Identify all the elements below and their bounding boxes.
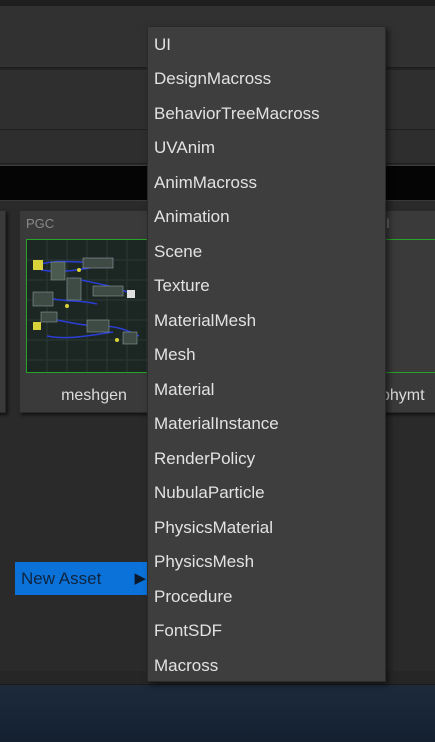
- asset-name: meshgen: [61, 387, 127, 404]
- menu-item-procedure[interactable]: Procedure: [148, 580, 387, 613]
- menu-item-mesh[interactable]: Mesh: [148, 338, 387, 371]
- asset-tile-meshgen[interactable]: PGC meshgen: [19, 210, 167, 413]
- asset-type-label: PGC: [26, 216, 55, 231]
- new-asset-label: New Asset: [21, 568, 102, 588]
- node-graph-preview: [27, 240, 161, 372]
- menu-item-nubulaparticle[interactable]: NubulaParticle: [148, 476, 387, 509]
- asset-name: phymt: [381, 387, 425, 404]
- new-asset-submenu: UI DesignMacross BehaviorTreeMacross UVA…: [147, 26, 386, 682]
- menu-item-animmacross[interactable]: AnimMacross: [148, 166, 387, 199]
- menu-item-fontsdf[interactable]: FontSDF: [148, 614, 387, 647]
- menu-item-scene[interactable]: Scene: [148, 235, 387, 268]
- menu-item-materialinstance[interactable]: MaterialInstance: [148, 407, 387, 440]
- menu-item-texture[interactable]: Texture: [148, 269, 387, 302]
- menu-item-renderpolicy[interactable]: RenderPolicy: [148, 442, 387, 475]
- menu-item-macross[interactable]: Macross: [148, 649, 387, 682]
- asset-thumbnail: [26, 239, 162, 373]
- menu-item-materialmesh[interactable]: MaterialMesh: [148, 304, 387, 337]
- menu-item-physicsmesh[interactable]: PhysicsMesh: [148, 545, 387, 578]
- viewport-area: [0, 685, 435, 742]
- menu-item-behaviortreemacross[interactable]: BehaviorTreeMacross: [148, 97, 387, 130]
- editor-window: PGC meshgen phymt New Asset ▶ UI DesignM…: [0, 0, 435, 742]
- menu-item-designmacross[interactable]: DesignMacross: [148, 62, 387, 95]
- submenu-arrow-icon: ▶: [134, 570, 146, 587]
- new-asset-menu-item[interactable]: New Asset ▶: [15, 562, 150, 595]
- menu-item-physicsmaterial[interactable]: PhysicsMaterial: [148, 511, 387, 544]
- menu-item-material[interactable]: Material: [148, 373, 387, 406]
- menu-item-animation[interactable]: Animation: [148, 200, 387, 233]
- menu-item-uvanim[interactable]: UVAnim: [148, 131, 387, 164]
- menu-item-ui[interactable]: UI: [148, 28, 387, 61]
- asset-tile[interactable]: [0, 210, 6, 413]
